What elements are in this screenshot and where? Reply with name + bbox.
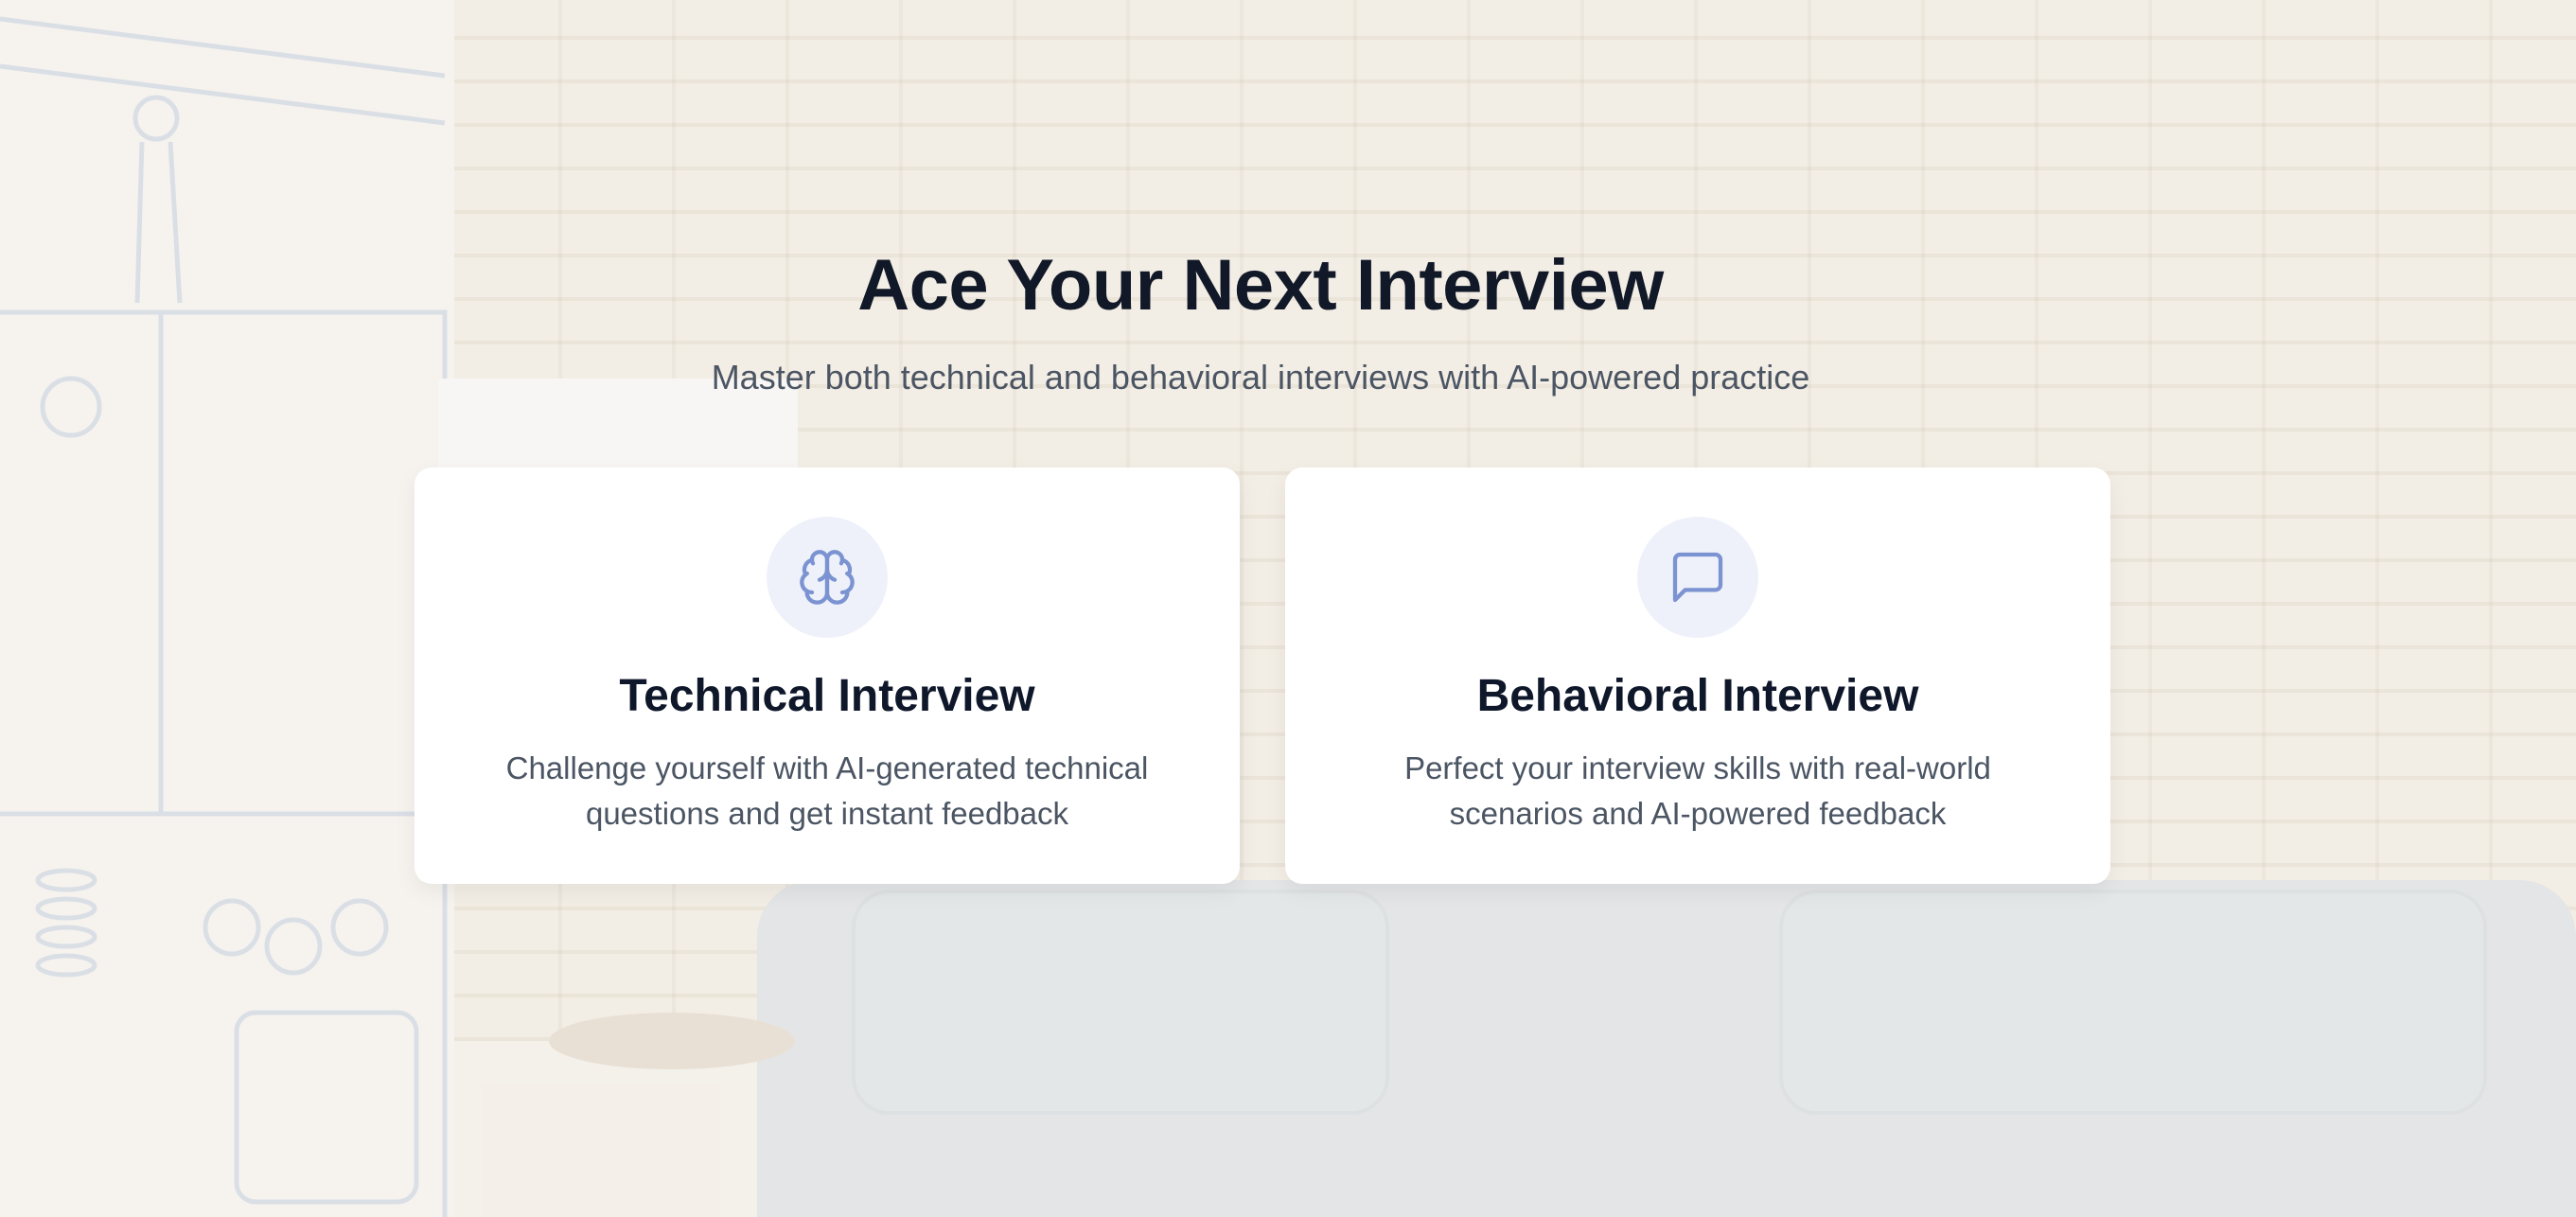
behavioral-icon-badge [1637, 517, 1758, 638]
page: Ace Your Next Interview Master both tech… [0, 0, 2576, 1217]
technical-card-title: Technical Interview [619, 671, 1035, 721]
brain-icon [800, 550, 855, 605]
hero-subtitle: Master both technical and behavioral int… [711, 358, 1810, 397]
behavioral-card-title: Behavioral Interview [1476, 671, 1919, 721]
main-content: Ace Your Next Interview Master both tech… [0, 0, 2576, 1217]
technical-icon-badge [767, 517, 888, 638]
behavioral-card-description: Perfect your interview skills with real-… [1404, 750, 1991, 831]
hero-title: Ace Your Next Interview [857, 245, 1664, 326]
technical-card-description: Challenge yourself with AI-generated tec… [505, 750, 1149, 831]
technical-interview-card[interactable]: Technical Interview Challenge yourself w… [415, 467, 1240, 884]
behavioral-interview-card[interactable]: Behavioral Interview Perfect your interv… [1285, 467, 2110, 884]
message-square-icon [1672, 552, 1723, 603]
